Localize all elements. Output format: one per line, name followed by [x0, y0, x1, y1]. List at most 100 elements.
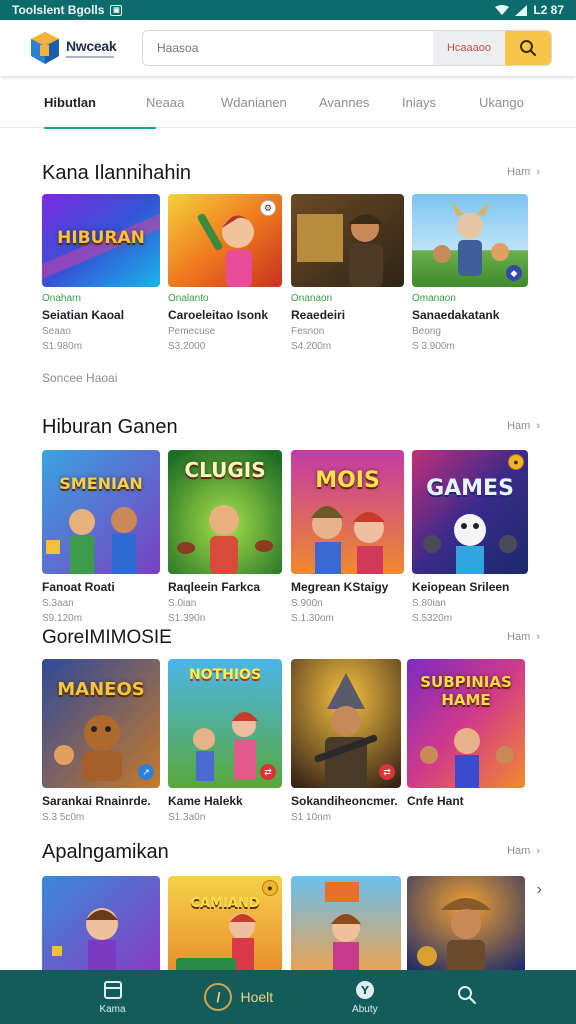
- tab-ukango[interactable]: Ukango: [479, 78, 524, 128]
- card-subtitle: S.80ian: [412, 598, 446, 609]
- card-thumbnail: CLUGIS: [168, 450, 282, 574]
- nav-label: Hoelt: [240, 989, 274, 1005]
- game-card[interactable]: NOTHIOS ⇄ Kame Halekk S1.3a0n: [168, 659, 291, 823]
- nav-item-search[interactable]: [457, 985, 477, 1009]
- nav-item-abuty[interactable]: Y Abuty: [352, 980, 378, 1015]
- card-subtitle: Fesnon: [291, 326, 325, 337]
- wifi-icon: [495, 4, 510, 15]
- game-card[interactable]: CAMIAND ●: [168, 876, 291, 976]
- see-more-label: Ham: [507, 420, 531, 432]
- tab-wdanianen[interactable]: Wdanianen: [221, 78, 319, 128]
- thumb-title: HIBURAN: [57, 228, 145, 248]
- see-more-label: Ham: [507, 845, 531, 857]
- tab-neaaa[interactable]: Neaaa: [146, 78, 221, 128]
- game-card[interactable]: [291, 876, 407, 976]
- card-row: CAMIAND ●: [42, 876, 527, 976]
- card-category: Omanaon: [412, 293, 456, 304]
- play-badge-icon: ↗: [138, 764, 154, 780]
- nav-item-hoelt[interactable]: / Hoelt: [204, 983, 273, 1011]
- search-input[interactable]: [143, 31, 433, 65]
- card-subtitle: S.0ian: [168, 598, 197, 609]
- card-subtitle: S1 10nm: [291, 812, 332, 823]
- card-thumbnail: ⇄: [291, 659, 401, 788]
- swap-badge-icon: ⇄: [379, 764, 395, 780]
- bottom-navigation: Kama / Hoelt Y Abuty: [0, 970, 576, 1024]
- section-title: Apalngamikan: [42, 841, 169, 863]
- card-title: Fanoat Roati: [42, 580, 115, 594]
- tablet-icon: [103, 980, 122, 999]
- tab-avannes[interactable]: Avannes: [319, 78, 402, 128]
- card-price: S.1.30om: [291, 613, 334, 624]
- category-tabs: Hibutlan Neaaa Wdanianen Avannes Iniays …: [0, 78, 576, 129]
- card-price: S1.980m: [42, 341, 83, 352]
- scroll-right-icon[interactable]: ›: [537, 881, 542, 899]
- tab-hibutlan[interactable]: Hibutlan: [44, 78, 156, 129]
- game-card[interactable]: SUBPINIAS HAME Cnfe Hant: [407, 659, 527, 823]
- thumb-title: MOIS: [315, 468, 380, 493]
- nav-item-kama[interactable]: Kama: [99, 980, 126, 1015]
- card-title: Kame Halekk: [168, 794, 243, 808]
- card-thumbnail: [42, 876, 160, 976]
- search-button[interactable]: [505, 31, 551, 65]
- see-more-link[interactable]: Ham ›: [507, 845, 540, 857]
- section-footer-note[interactable]: Soncee Haoai: [42, 371, 117, 385]
- see-more-link[interactable]: Ham ›: [507, 166, 540, 178]
- see-more-link[interactable]: Ham ›: [507, 420, 540, 432]
- thumb-title: SUBPINIAS HAME: [420, 673, 512, 709]
- status-left-text: Toolslent Bgolls: [12, 3, 105, 17]
- card-title: Keiopean Srileen: [412, 580, 510, 594]
- section-featured: Kana Ilannihahin Ham › HIBURAN Onaharn Se…: [0, 162, 576, 392]
- card-thumbnail: [291, 194, 404, 287]
- nav-label: Kama: [99, 1003, 126, 1015]
- card-title: Reaedeiri: [291, 308, 346, 322]
- game-card[interactable]: [407, 876, 527, 976]
- search-icon: [457, 986, 476, 1005]
- logo-name: Nwceak: [66, 38, 117, 54]
- card-thumbnail: GAMES ●: [412, 450, 528, 574]
- game-card[interactable]: ⇄ Sokandiheoncmer. S1 10nm: [291, 659, 407, 823]
- card-title: Raqleein Farkca: [168, 580, 261, 594]
- app-header: Nwceak Hcaaaoo: [0, 20, 576, 76]
- game-card[interactable]: ⚙ Onalanto Caroeleitao Isonk Pemecuse S3…: [168, 194, 291, 352]
- game-card[interactable]: SMENIAN Fanoat Roati S.3aan S9.120m: [42, 450, 168, 624]
- card-thumbnail: SUBPINIAS HAME: [407, 659, 525, 788]
- search-filter[interactable]: Hcaaaoo: [433, 31, 505, 65]
- game-card[interactable]: CLUGIS Raqleein Farkca S.0ian S1.390n: [168, 450, 291, 624]
- card-thumbnail: MANEOS ↗: [42, 659, 160, 788]
- card-price: S4.200m: [291, 341, 332, 352]
- thumb-title: SMENIAN: [59, 474, 143, 493]
- card-thumbnail: MOIS: [291, 450, 404, 574]
- game-card[interactable]: [42, 876, 168, 976]
- card-thumbnail: [291, 876, 401, 976]
- card-title: Megrean KStaigy: [291, 580, 389, 594]
- card-thumbnail: CAMIAND ●: [168, 876, 282, 976]
- thumb-title: NOTHIOS: [188, 667, 262, 683]
- game-card[interactable]: ◆ Omanaon Sanaedakatank Beong S 3.900m: [412, 194, 532, 352]
- swap-badge-icon: ⇄: [260, 764, 276, 780]
- card-title: Seiatian Kaoal: [42, 308, 125, 322]
- chevron-right-icon: ›: [536, 166, 540, 178]
- thumb-title: CAMIAND: [190, 896, 260, 911]
- card-price: S 3.900m: [412, 341, 455, 352]
- card-title: Cnfe Hant: [407, 794, 464, 808]
- shield-badge-icon: ◆: [506, 265, 522, 281]
- thumb-title: GAMES: [426, 476, 514, 501]
- game-card[interactable]: Onanaon Reaedeiri Fesnon S4.200m: [291, 194, 412, 352]
- thumb-title: CLUGIS: [184, 458, 266, 482]
- app-root: Toolslent Bgolls ▣ L2 87 Nwceak Hcaaaoo: [0, 0, 576, 1024]
- settings-badge-icon: ⚙: [260, 200, 276, 216]
- card-title: Caroeleitao Isonk: [168, 308, 269, 322]
- section-goremimosie: GoreIMIMOSIE Ham › MANEOS ↗ Sarankai Rnai…: [0, 627, 576, 837]
- chevron-right-icon: ›: [536, 420, 540, 432]
- game-card[interactable]: GAMES ● Keiopean Srileen S.80ian S.5320m: [412, 450, 532, 624]
- card-category: Onanaon: [291, 293, 333, 304]
- game-card[interactable]: HIBURAN Onaharn Seiatian Kaoal Seaao S1.…: [42, 194, 168, 352]
- card-thumbnail: [407, 876, 525, 976]
- see-more-link[interactable]: Ham ›: [507, 631, 540, 643]
- app-logo[interactable]: Nwceak: [30, 31, 142, 65]
- tab-iniays[interactable]: Iniays: [402, 78, 479, 128]
- card-row: SMENIAN Fanoat Roati S.3aan S9.120m CLUG…: [42, 450, 532, 624]
- status-bar: Toolslent Bgolls ▣ L2 87: [0, 0, 576, 20]
- game-card[interactable]: MANEOS ↗ Sarankai Rnainrde. S.3 5c0m: [42, 659, 168, 823]
- game-card[interactable]: MOIS Megrean KStaigy S.900n S.1.30om: [291, 450, 412, 624]
